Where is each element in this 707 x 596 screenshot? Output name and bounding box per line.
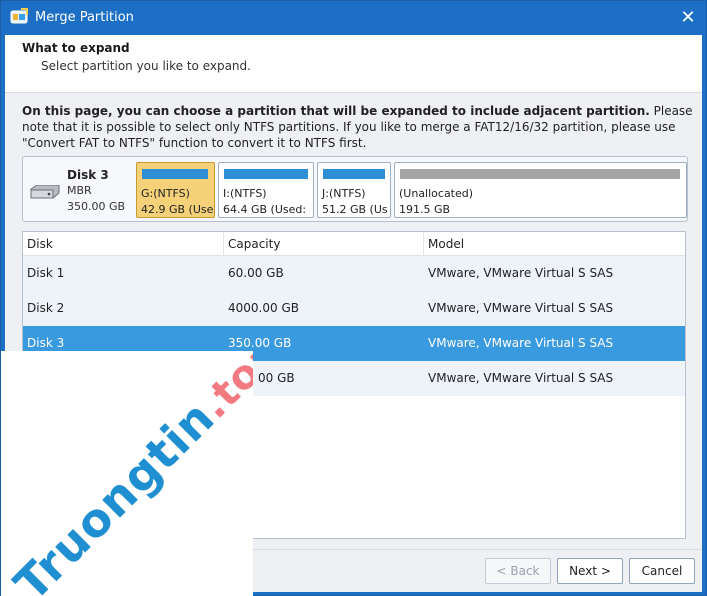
back-button[interactable]: < Back — [485, 558, 551, 584]
cell-model: VMware, VMware Virtual S SAS — [428, 301, 614, 315]
merge-partition-window: Merge Partition ✕ What to expand Select … — [0, 0, 707, 596]
cell-capacity: 4000.00 GB — [228, 301, 299, 315]
watermark-main: Truongtin — [3, 390, 225, 596]
title-bar[interactable]: Merge Partition ✕ — [1, 1, 706, 35]
partition-block-g[interactable]: G:(NTFS) 42.9 GB (Used: — [136, 162, 215, 218]
hard-disk-icon — [30, 185, 60, 199]
cell-model: VMware, VMware Virtual S SAS — [428, 336, 614, 350]
disk-map: Disk 3 MBR 350.00 GB G:(NTFS) 42.9 GB (U… — [22, 156, 688, 222]
cell-disk: Disk 2 — [27, 301, 65, 315]
partition-name: J:(NTFS) — [322, 187, 366, 200]
window-title: Merge Partition — [35, 10, 134, 25]
cell-disk: Disk 1 — [27, 266, 65, 280]
instructions-bold: On this page, you can choose a partition… — [22, 104, 650, 118]
partition-info: 51.2 GB (Us — [322, 203, 388, 216]
partition-info: 42.9 GB (Used: — [141, 203, 214, 216]
close-button[interactable]: ✕ — [676, 6, 700, 30]
partition-name: (Unallocated) — [399, 187, 474, 200]
column-header-disk[interactable]: Disk — [23, 232, 224, 256]
instructions-text: On this page, you can choose a partition… — [22, 103, 694, 151]
unallocated-bar — [400, 169, 680, 179]
step-title: What to expand — [22, 41, 130, 55]
partition-name: G:(NTFS) — [141, 187, 190, 200]
partition-usage-bar — [224, 169, 308, 179]
cancel-button[interactable]: Cancel — [629, 558, 695, 584]
partition-usage-bar — [323, 169, 385, 179]
wizard-header: What to expand Select partition you like… — [5, 35, 702, 93]
column-header-model[interactable]: Model — [424, 232, 685, 256]
partition-usage-bar — [142, 169, 208, 179]
table-header: Disk Capacity Model — [23, 232, 685, 256]
table-row[interactable]: Disk 1 60.00 GB VMware, VMware Virtual S… — [23, 256, 685, 291]
cell-model: VMware, VMware Virtual S SAS — [428, 266, 614, 280]
watermark: Truongtin.top — [1, 351, 253, 596]
watermark-text: Truongtin.top — [3, 351, 253, 596]
partition-info: 64.4 GB (Used: — [223, 203, 307, 216]
disk-size: 350.00 GB — [67, 200, 126, 213]
partition-block-unallocated[interactable]: (Unallocated) 191.5 GB — [394, 162, 687, 218]
partition-block-i[interactable]: I:(NTFS) 64.4 GB (Used: — [218, 162, 314, 218]
cell-capacity: 00 GB — [258, 371, 295, 385]
next-button[interactable]: Next > — [557, 558, 623, 584]
partition-name: I:(NTFS) — [223, 187, 267, 200]
disk-name: Disk 3 — [67, 168, 109, 182]
step-subtitle: Select partition you like to expand. — [41, 59, 251, 73]
table-row[interactable]: Disk 2 4000.00 GB VMware, VMware Virtual… — [23, 291, 685, 326]
partition-block-j[interactable]: J:(NTFS) 51.2 GB (Us — [317, 162, 391, 218]
disk-type: MBR — [67, 184, 92, 197]
merge-partition-app-icon — [10, 8, 28, 24]
cell-capacity: 60.00 GB — [228, 266, 284, 280]
column-header-capacity[interactable]: Capacity — [224, 232, 424, 256]
partition-info: 191.5 GB — [399, 203, 451, 216]
cell-model: VMware, VMware Virtual S SAS — [428, 371, 614, 385]
